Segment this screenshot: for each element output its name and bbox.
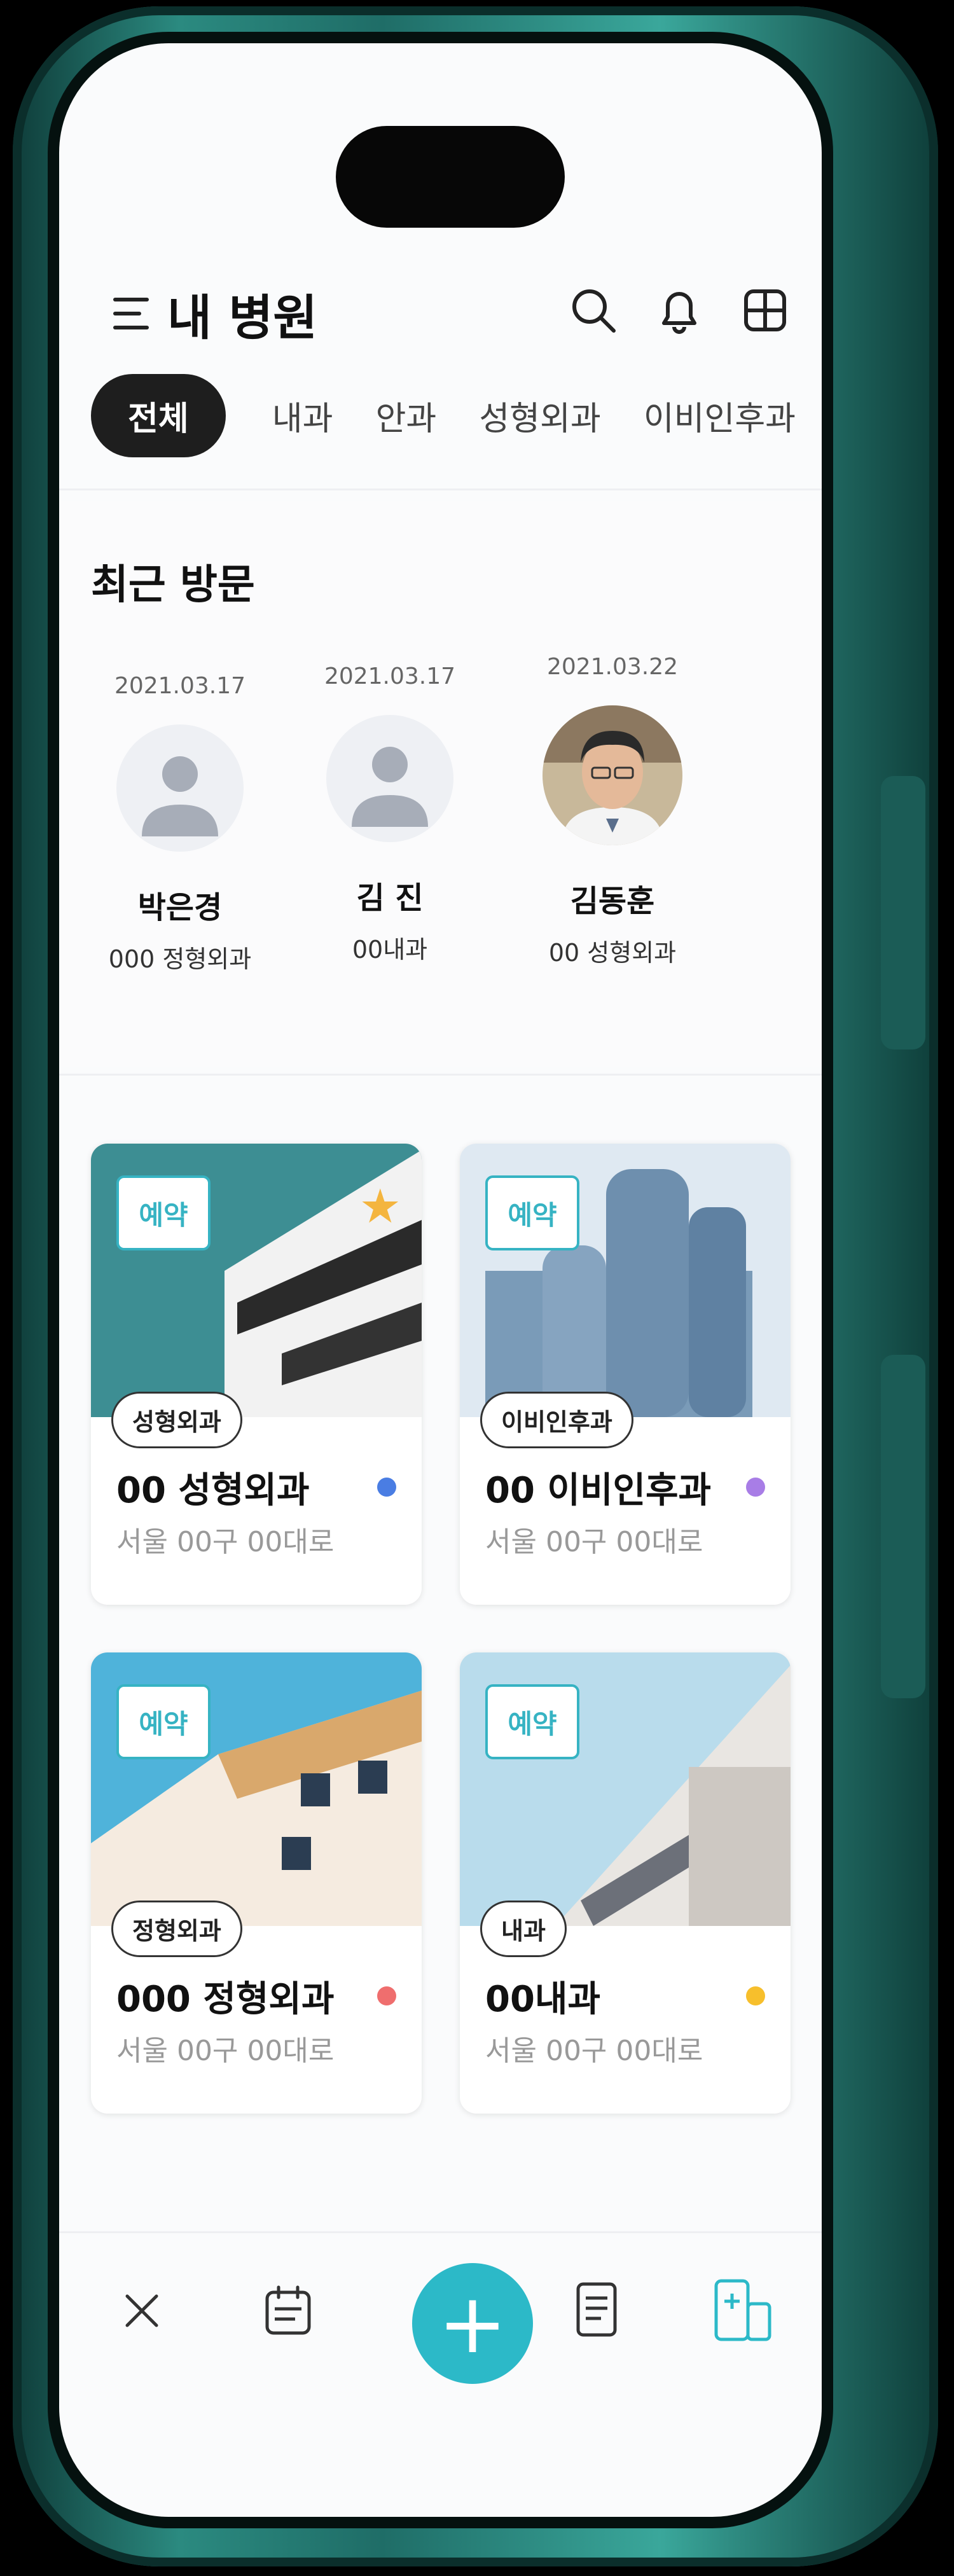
category-chip: 정형외과 <box>111 1901 242 1957</box>
hospital-card-2[interactable]: 예약 이비인후과 00 이비인후과 서울 00구 00대로 <box>460 1144 791 1605</box>
doctor-department: 00 성형외과 <box>548 939 677 967</box>
visit-date: 2021.03.17 <box>114 673 246 699</box>
add-button[interactable]: + <box>412 2263 533 2384</box>
doctor-name: 김동훈 <box>570 883 655 919</box>
category-chip: 내과 <box>480 1901 567 1957</box>
tabs-divider <box>59 488 822 490</box>
recent-visit-3[interactable]: 2021.03.22 김동훈 00 성형외과 <box>530 654 695 968</box>
tab-plastic-surgery[interactable]: 성형외과 <box>479 392 600 440</box>
hospital-address: 서울 00구 00대로 <box>485 1526 703 1558</box>
hospital-address: 서울 00구 00대로 <box>116 1526 335 1558</box>
visit-date: 2021.03.17 <box>324 663 456 689</box>
side-button-upper <box>881 776 925 1049</box>
doctor-department: 00내과 <box>352 936 428 964</box>
bottom-nav-divider <box>59 2231 822 2233</box>
hospital-name: 00 이비인후과 <box>485 1470 712 1511</box>
hospital-address: 서울 00구 00대로 <box>116 2035 335 2067</box>
search-icon[interactable] <box>568 285 619 336</box>
tab-ent[interactable]: 이비인후과 <box>644 392 796 440</box>
doctor-name: 김 진 <box>356 880 424 916</box>
doctor-photo <box>543 705 682 845</box>
hospital-name: 00 성형외과 <box>116 1470 310 1511</box>
app-screen: 내 병원 전체 내과 안과 성형외과 이비인후과 피 <box>48 32 833 2528</box>
recent-visit-1[interactable]: 2021.03.17 박은경 000 정형외과 <box>97 673 263 974</box>
tab-all[interactable]: 전체 <box>91 374 226 457</box>
page-title: 내 병원 <box>167 289 318 346</box>
hospital-add-icon[interactable] <box>708 2276 778 2346</box>
category-tabs: 전체 내과 안과 성형외과 이비인후과 피 <box>91 374 822 457</box>
bottom-navigation: + <box>59 2250 822 2384</box>
visit-date: 2021.03.22 <box>546 654 679 680</box>
recent-visit-2[interactable]: 2021.03.17 김 진 00내과 <box>307 663 473 965</box>
menu-icon[interactable] <box>113 298 151 329</box>
plus-icon: + <box>438 2275 508 2372</box>
reserve-badge[interactable]: 예약 <box>485 1684 579 1759</box>
doctor-name: 박은경 <box>137 890 223 925</box>
favorite-star-icon[interactable]: ★ <box>359 1179 401 1234</box>
hospital-card-1[interactable]: 예약 ★ 성형외과 00 성형외과 서울 00구 00대로 <box>91 1144 422 1605</box>
hospital-name: 000 정형외과 <box>116 1979 335 2020</box>
status-dot <box>377 1478 396 1497</box>
hospital-address: 서울 00구 00대로 <box>485 2035 703 2067</box>
phone-frame: 내 병원 전체 내과 안과 성형외과 이비인후과 피 <box>13 6 938 2566</box>
document-icon[interactable] <box>562 2276 632 2346</box>
hospital-card-4[interactable]: 예약 내과 00내과 서울 00구 00대로 <box>460 1652 791 2114</box>
avatar-placeholder-icon <box>326 715 453 842</box>
app-header: 내 병원 <box>59 253 822 346</box>
hospital-card-3[interactable]: 예약 정형외과 000 정형외과 서울 00구 00대로 <box>91 1652 422 2114</box>
close-icon[interactable] <box>107 2276 177 2346</box>
avatar-placeholder-icon <box>116 724 244 852</box>
recent-divider <box>59 1074 822 1076</box>
calendar-icon[interactable] <box>253 2276 323 2346</box>
category-chip: 성형외과 <box>111 1392 242 1448</box>
hospital-name: 00내과 <box>485 1979 600 2020</box>
reserve-badge[interactable]: 예약 <box>116 1175 211 1250</box>
reserve-badge[interactable]: 예약 <box>485 1175 579 1250</box>
dynamic-island <box>336 126 565 228</box>
tab-ophthalmology[interactable]: 안과 <box>376 392 437 440</box>
status-dot <box>746 1478 765 1497</box>
grid-icon[interactable] <box>740 285 791 336</box>
tab-internal-medicine[interactable]: 내과 <box>272 392 333 440</box>
recent-visits-title: 최근 방문 <box>91 562 255 609</box>
bell-icon[interactable] <box>654 285 705 336</box>
category-chip: 이비인후과 <box>480 1392 633 1448</box>
status-dot <box>377 1986 396 2005</box>
reserve-badge[interactable]: 예약 <box>116 1684 211 1759</box>
doctor-department: 000 정형외과 <box>108 945 252 973</box>
status-dot <box>746 1986 765 2005</box>
side-button-lower <box>881 1355 925 1698</box>
